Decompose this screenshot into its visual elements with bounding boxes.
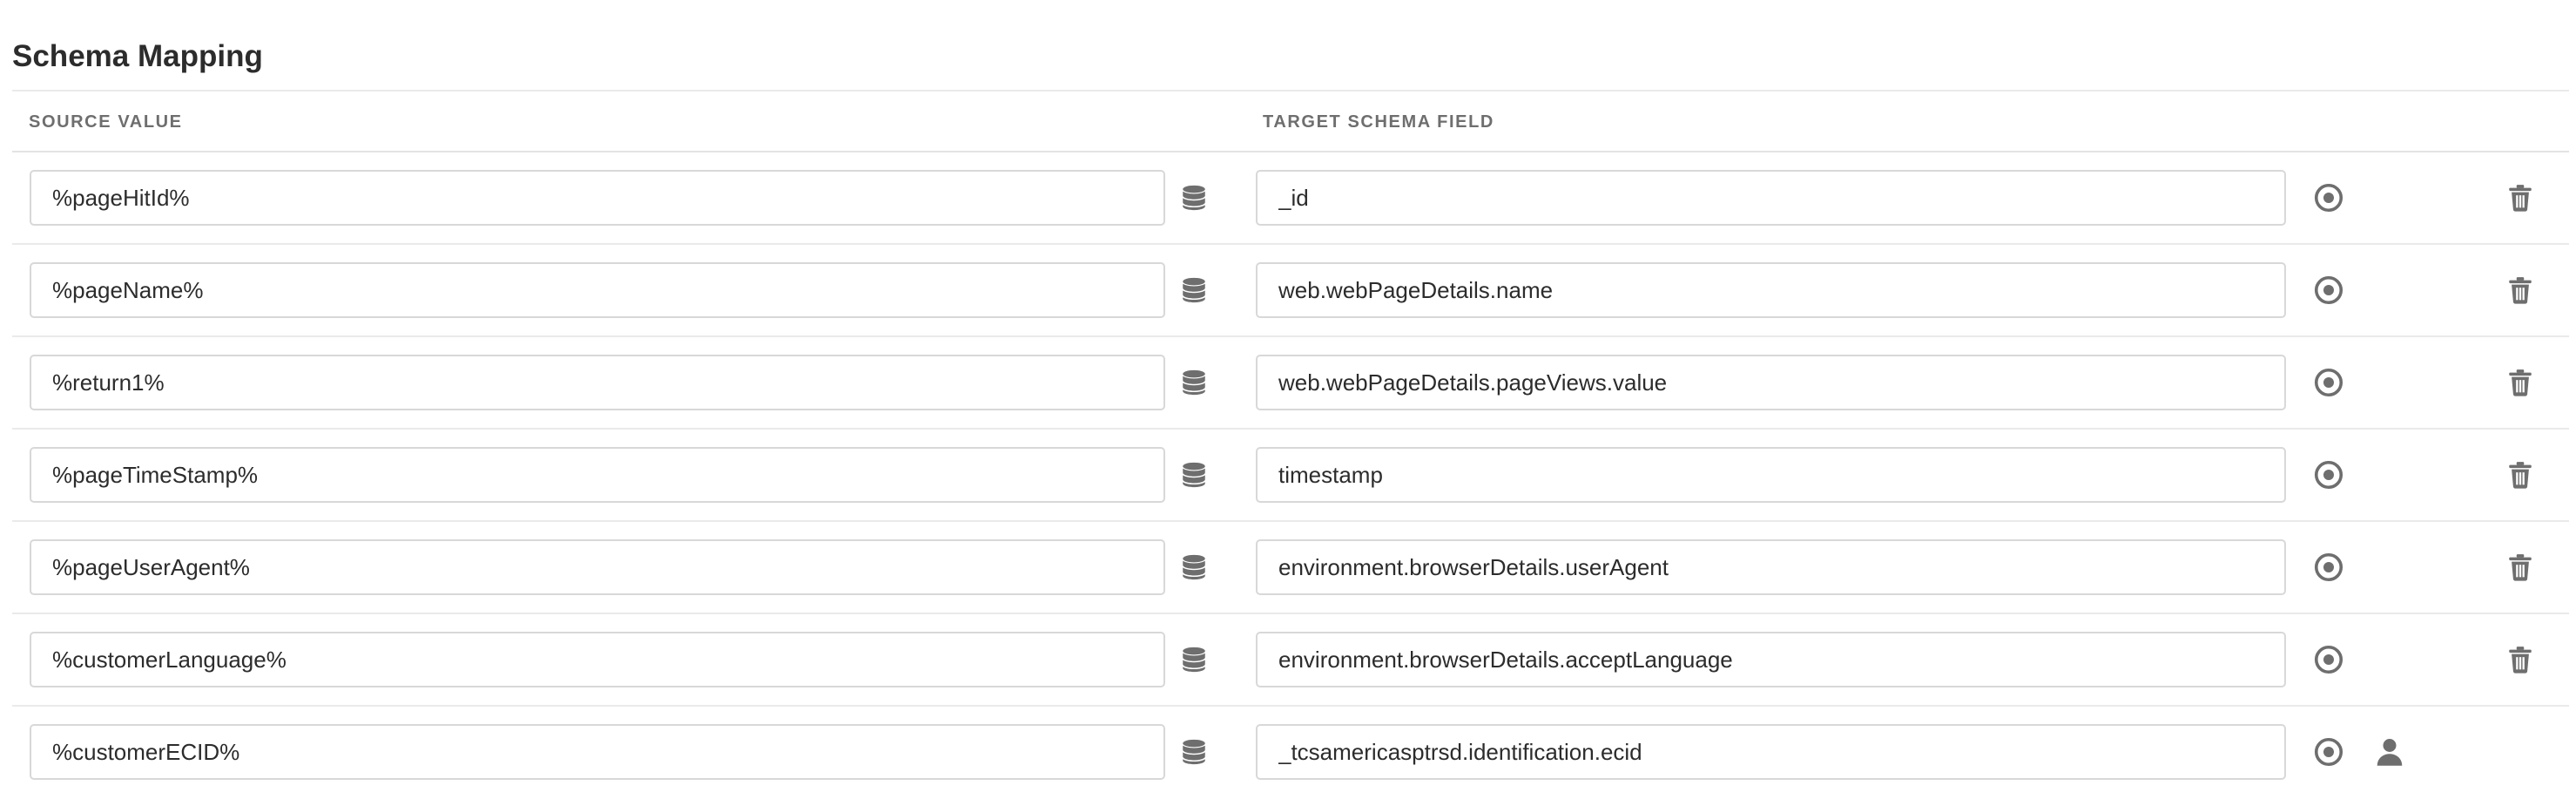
source-value-column-header: SOURCE VALUE	[29, 112, 183, 132]
mapping-row	[12, 430, 2569, 522]
target-schema-field-input[interactable]	[1256, 539, 2286, 595]
database-icon[interactable]	[1177, 735, 1211, 769]
mapping-row	[12, 337, 2569, 430]
schema-mapping-table: SOURCE VALUE TARGET SCHEMA FIELD	[12, 90, 2569, 799]
target-schema-field-input[interactable]	[1256, 262, 2286, 318]
target-icon[interactable]	[2311, 365, 2346, 400]
database-icon[interactable]	[1177, 642, 1211, 677]
mapping-row	[12, 707, 2569, 799]
database-icon[interactable]	[1177, 273, 1211, 308]
source-value-input[interactable]	[30, 724, 1165, 780]
target-schema-field-input[interactable]	[1256, 632, 2286, 687]
target-icon[interactable]	[2311, 180, 2346, 215]
database-icon[interactable]	[1177, 180, 1211, 215]
page-title: Schema Mapping	[12, 39, 263, 73]
database-icon[interactable]	[1177, 365, 1211, 400]
mapping-row	[12, 522, 2569, 614]
target-icon[interactable]	[2311, 642, 2346, 677]
target-schema-field-column-header: TARGET SCHEMA FIELD	[1263, 112, 1494, 132]
source-value-input[interactable]	[30, 355, 1165, 410]
database-icon[interactable]	[1177, 550, 1211, 585]
target-schema-field-input[interactable]	[1256, 724, 2286, 780]
source-value-input[interactable]	[30, 539, 1165, 595]
source-value-input[interactable]	[30, 170, 1165, 226]
target-schema-field-input[interactable]	[1256, 355, 2286, 410]
target-icon[interactable]	[2311, 735, 2346, 769]
source-value-input[interactable]	[30, 262, 1165, 318]
trash-icon[interactable]	[2503, 457, 2538, 492]
trash-icon[interactable]	[2503, 273, 2538, 308]
trash-icon[interactable]	[2503, 365, 2538, 400]
trash-icon[interactable]	[2503, 550, 2538, 585]
trash-icon[interactable]	[2503, 180, 2538, 215]
mapping-row	[12, 614, 2569, 707]
source-value-input[interactable]	[30, 447, 1165, 503]
user-icon[interactable]	[2372, 735, 2407, 769]
trash-icon[interactable]	[2503, 642, 2538, 677]
database-icon[interactable]	[1177, 457, 1211, 492]
source-value-input[interactable]	[30, 632, 1165, 687]
mapping-row	[12, 245, 2569, 337]
target-icon[interactable]	[2311, 457, 2346, 492]
target-schema-field-input[interactable]	[1256, 170, 2286, 226]
target-schema-field-input[interactable]	[1256, 447, 2286, 503]
target-icon[interactable]	[2311, 550, 2346, 585]
target-icon[interactable]	[2311, 273, 2346, 308]
mapping-row	[12, 152, 2569, 245]
table-header: SOURCE VALUE TARGET SCHEMA FIELD	[12, 90, 2569, 152]
